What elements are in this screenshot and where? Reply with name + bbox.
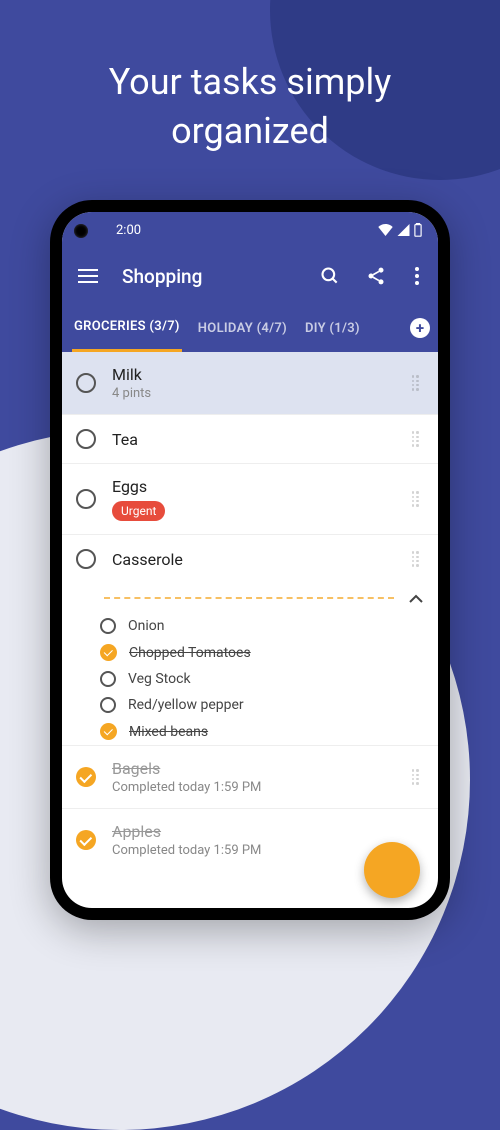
- add-task-fab[interactable]: [364, 842, 420, 898]
- tab-diy[interactable]: DIY (1/3): [303, 304, 362, 352]
- task-list: Milk 4 pints Tea Eggs Urgent: [62, 352, 438, 871]
- collapse-icon[interactable]: [408, 589, 424, 608]
- item-sub: 4 pints: [112, 386, 412, 401]
- checkbox-unchecked[interactable]: [76, 549, 96, 569]
- drag-handle-icon[interactable]: [412, 375, 424, 390]
- item-title: Mixed beans: [129, 724, 424, 740]
- status-bar: 2:00: [62, 212, 438, 248]
- checkbox-checked[interactable]: [100, 644, 117, 661]
- drag-handle-icon[interactable]: [412, 769, 424, 784]
- headline-line-2: organized: [0, 107, 500, 156]
- checkbox-unchecked[interactable]: [76, 489, 96, 509]
- item-title: Onion: [128, 618, 424, 634]
- sub-item[interactable]: Veg Stock: [62, 666, 438, 692]
- promo-headline: Your tasks simply organized: [0, 58, 500, 155]
- wifi-icon: [378, 224, 393, 236]
- checkbox-checked[interactable]: [100, 723, 117, 740]
- subtask-divider: [62, 583, 438, 613]
- battery-icon: [414, 223, 422, 237]
- checkbox-unchecked[interactable]: [76, 429, 96, 449]
- signal-icon: [397, 224, 410, 236]
- status-clock: 2:00: [116, 223, 141, 238]
- tab-holiday[interactable]: HOLIDAY (4/7): [196, 304, 289, 352]
- item-title: Bagels: [112, 759, 412, 778]
- drag-handle-icon[interactable]: [412, 551, 424, 566]
- urgent-chip: Urgent: [112, 501, 165, 521]
- item-title: Veg Stock: [128, 671, 424, 687]
- item-title: Casserole: [112, 550, 412, 569]
- sub-item[interactable]: Onion: [62, 613, 438, 639]
- item-title: Eggs: [112, 477, 412, 496]
- item-title: Milk: [112, 365, 412, 384]
- list-item[interactable]: Casserole: [62, 534, 438, 583]
- page-title: Shopping: [122, 265, 296, 288]
- item-title: Apples: [112, 822, 424, 841]
- sub-item[interactable]: Chopped Tomatoes: [62, 639, 438, 666]
- search-icon[interactable]: [318, 264, 342, 288]
- overflow-icon[interactable]: [410, 264, 424, 288]
- checkbox-unchecked[interactable]: [76, 373, 96, 393]
- sub-item[interactable]: Red/yellow pepper: [62, 692, 438, 718]
- sub-item[interactable]: Mixed beans: [62, 718, 438, 745]
- checkbox-unchecked[interactable]: [100, 697, 116, 713]
- dashed-line: [104, 597, 394, 599]
- list-item[interactable]: Tea: [62, 414, 438, 463]
- checkbox-checked[interactable]: [76, 767, 96, 787]
- item-title: Red/yellow pepper: [128, 697, 424, 713]
- add-tab-button[interactable]: +: [410, 318, 430, 338]
- menu-icon[interactable]: [76, 264, 100, 288]
- screen: 2:00 Shopping GROCERIES (3/7): [62, 212, 438, 908]
- phone-frame: 2:00 Shopping GROCERIES (3/7): [50, 200, 450, 920]
- checkbox-unchecked[interactable]: [100, 618, 116, 634]
- drag-handle-icon[interactable]: [412, 431, 424, 446]
- drag-handle-icon[interactable]: [412, 491, 424, 506]
- camera-hole: [74, 224, 88, 238]
- share-icon[interactable]: [364, 264, 388, 288]
- checkbox-unchecked[interactable]: [100, 671, 116, 687]
- item-title: Tea: [112, 430, 412, 449]
- item-sub: Completed today 1:59 PM: [112, 780, 412, 795]
- checkbox-checked[interactable]: [76, 830, 96, 850]
- list-item[interactable]: Bagels Completed today 1:59 PM: [62, 745, 438, 808]
- tab-groceries[interactable]: GROCERIES (3/7): [72, 304, 182, 352]
- item-title: Chopped Tomatoes: [129, 645, 424, 661]
- list-item[interactable]: Eggs Urgent: [62, 463, 438, 534]
- app-bar: Shopping: [62, 248, 438, 304]
- headline-line-1: Your tasks simply: [0, 58, 500, 107]
- tab-row: GROCERIES (3/7) HOLIDAY (4/7) DIY (1/3) …: [62, 304, 438, 352]
- list-item[interactable]: Milk 4 pints: [62, 352, 438, 414]
